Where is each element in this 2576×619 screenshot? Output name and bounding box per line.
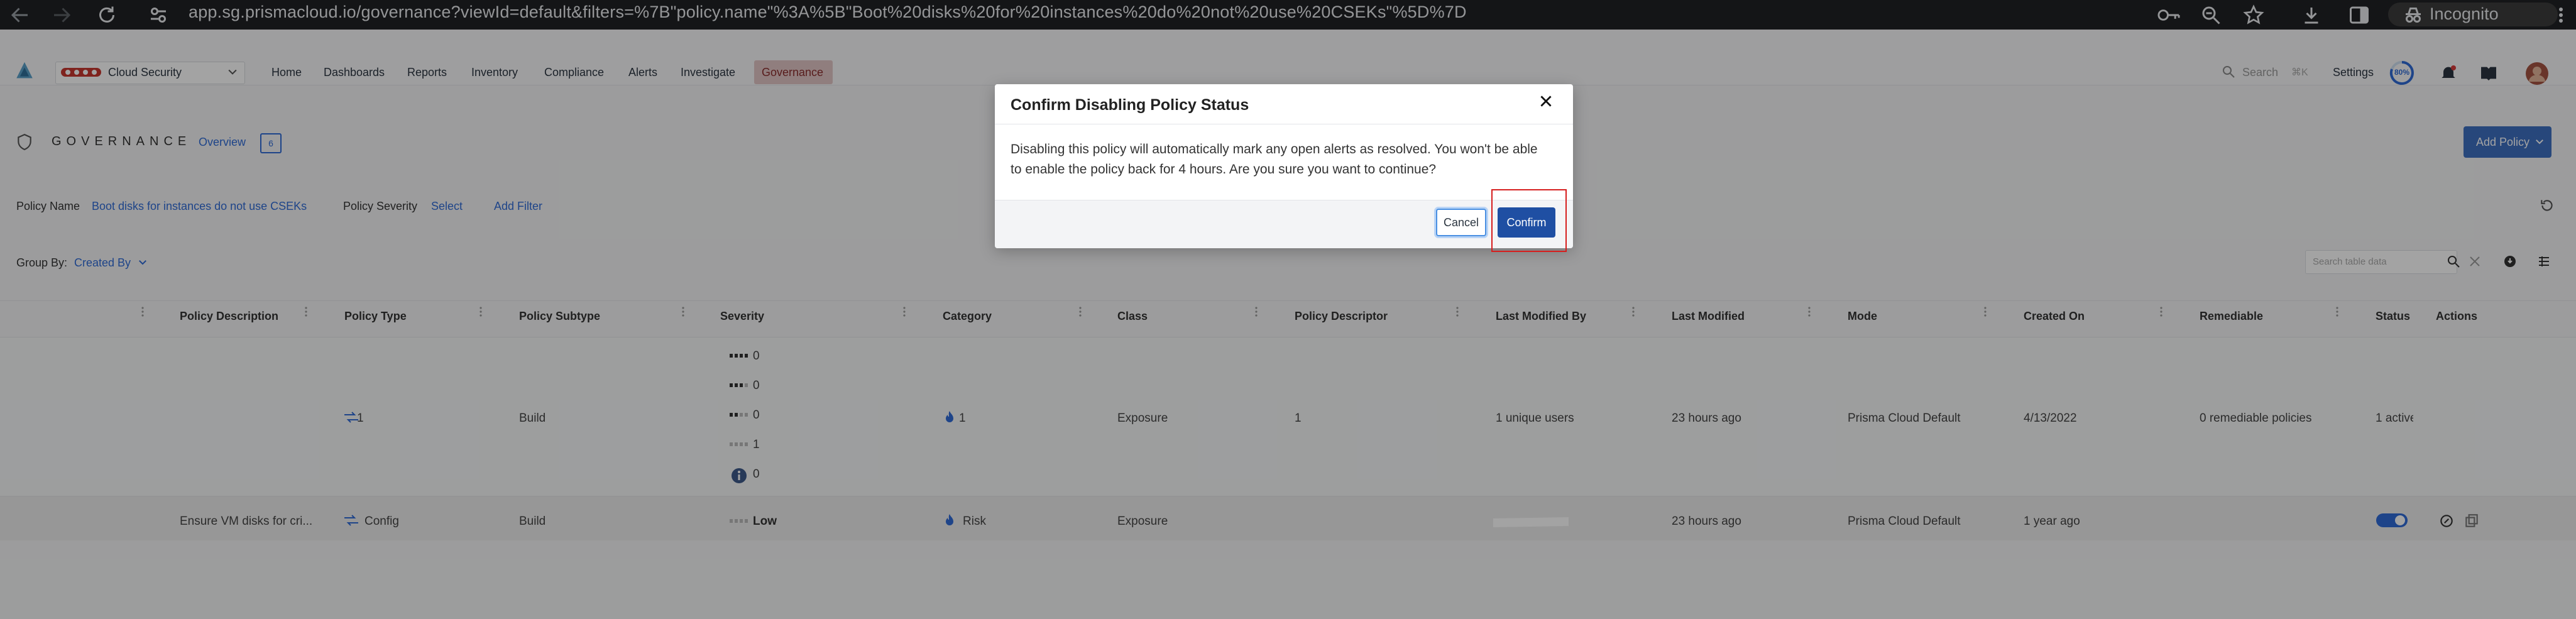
dialog-message: Disabling this policy will automatically… [1011,142,1538,177]
confirm-disable-policy-dialog: Confirm Disabling Policy Status Disablin… [995,84,1573,248]
close-icon[interactable] [1538,93,1554,109]
cancel-button[interactable]: Cancel [1436,209,1486,236]
dialog-footer [995,200,1573,248]
dialog-title: Confirm Disabling Policy Status [1011,96,1249,114]
confirm-annotation-box [1491,189,1567,252]
